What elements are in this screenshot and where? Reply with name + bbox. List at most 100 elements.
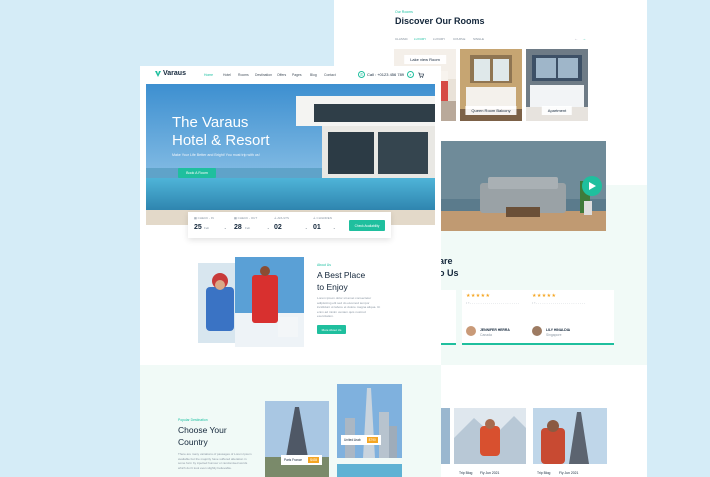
- gallery-photo-eiffel[interactable]: [533, 408, 607, 464]
- destination-text: There are many variations of passages of…: [178, 452, 252, 470]
- room-card-label: Lake view Room: [404, 55, 446, 64]
- booking-bar: ▦ CHECK - IN 25 Feb ⌄ ▦ CHECK - OUT 28 F…: [188, 212, 391, 238]
- call-info[interactable]: ✆ Call : +0123 456 789: [358, 71, 404, 78]
- checkout-label: CHECK - OUT: [237, 216, 258, 220]
- destination-name: United Arab: [344, 438, 361, 442]
- nav-blog[interactable]: Blog: [310, 73, 317, 77]
- book-room-button[interactable]: Book A Room: [178, 168, 216, 178]
- room-card-queen-balcony[interactable]: Queen Room Balcony: [460, 49, 522, 121]
- about-title-line-2: to Enjoy: [317, 282, 348, 292]
- testimonial-title-fragment-2: o Us: [439, 268, 459, 278]
- nav-home[interactable]: Home: [204, 73, 213, 77]
- nav-contact[interactable]: Contact: [324, 73, 336, 77]
- destination-card-next[interactable]: [337, 464, 402, 477]
- hiker-photo: [454, 408, 526, 464]
- checkin-day[interactable]: 25: [194, 224, 202, 231]
- more-about-button[interactable]: More About Us: [317, 325, 346, 334]
- chevron-down-icon[interactable]: ⌄: [305, 226, 308, 230]
- rooms-title: Discover Our Rooms: [395, 16, 485, 26]
- nav-offers[interactable]: Offers: [277, 73, 286, 77]
- search-icon[interactable]: ⌕: [407, 71, 414, 78]
- adults-value[interactable]: 02: [274, 224, 282, 231]
- nav-pages[interactable]: Pages: [292, 73, 302, 77]
- about-title: A Best Place to Enjoy: [317, 269, 365, 293]
- room-card-apartment[interactable]: Apartment: [526, 49, 588, 121]
- testimonial-text: “ ” · · · · · · · · · · · · · · · · · · …: [532, 302, 585, 306]
- hero-title-line-2: Hotel & Resort: [172, 132, 270, 149]
- hero-subtitle: Make Your Life Better and Bright! You mu…: [172, 153, 260, 157]
- hero-title: The Varaus Hotel & Resort: [172, 114, 270, 150]
- nav-rooms[interactable]: Rooms: [238, 73, 249, 77]
- testimonial-name: JENNIFER HERRA: [480, 328, 510, 332]
- avatar: [532, 326, 542, 336]
- room-tab-luxury[interactable]: LUXURY: [414, 37, 426, 41]
- phone-icon: ✆: [358, 71, 365, 78]
- testimonial-name: LILY HINALDIA: [546, 328, 571, 332]
- testimonial-card: ★★★★★ “ ” · · · · · · · · · · · · · · · …: [528, 290, 614, 345]
- destination-title-line-1: Choose Your: [178, 425, 227, 435]
- destination-tag: United Arab $790: [341, 435, 381, 445]
- destination-name: Paris France: [284, 458, 303, 462]
- front-page-preview: Varaus Home Hotel Rooms Destination Offe…: [140, 66, 441, 477]
- gallery-photo-partial[interactable]: [440, 408, 450, 464]
- destination-title-line-2: Country: [178, 437, 208, 447]
- site-logo[interactable]: Varaus: [155, 70, 186, 77]
- destination-title: Choose Your Country: [178, 424, 227, 448]
- play-icon[interactable]: [582, 176, 602, 196]
- rooms-eyebrow: Our Rooms: [395, 10, 413, 14]
- room-card-label: Apartment: [541, 106, 573, 115]
- children-value[interactable]: 01: [313, 224, 321, 231]
- destination-eyebrow: Popular Destination: [178, 418, 208, 422]
- user-icon-label: ♙ ADULTS: [274, 216, 289, 220]
- gallery-caption: Fly Jun 2021: [480, 471, 500, 475]
- checkout-month: Feb: [245, 226, 251, 230]
- checkout-day[interactable]: 28: [234, 224, 242, 231]
- room-tab-luxury-2[interactable]: LUXURY: [433, 37, 445, 41]
- nav-destination[interactable]: Destination: [255, 73, 272, 77]
- testimonial-card-partial: [440, 290, 456, 345]
- adults-label: ADULTS: [277, 216, 289, 220]
- dubai-photo: [337, 384, 402, 458]
- chevron-down-icon[interactable]: ⌄: [224, 226, 227, 230]
- children-label: CHILDREN: [316, 216, 332, 220]
- about-title-line-1: A Best Place: [317, 270, 366, 280]
- about-eyebrow: About Us: [317, 263, 331, 267]
- about-photo-couple: [198, 257, 304, 347]
- logo-mark-icon: [155, 70, 161, 77]
- nav-hotel[interactable]: Hotel: [223, 73, 231, 77]
- price-badge: $790: [366, 437, 378, 443]
- beach-photo: [337, 464, 402, 477]
- chevron-down-icon[interactable]: ⌄: [333, 226, 336, 230]
- testimonial-title-fragment-1: are: [439, 256, 453, 266]
- video-thumbnail[interactable]: [440, 141, 606, 231]
- checkin-month: Feb: [204, 226, 210, 230]
- gallery-photo-hiker[interactable]: [454, 408, 526, 464]
- room-tab-single[interactable]: SINGLE: [473, 37, 484, 41]
- destination-card-paris[interactable]: Paris France $435: [265, 401, 329, 477]
- avatar: [466, 326, 476, 336]
- calendar-icon-label: ▦ CHECK - OUT: [234, 216, 258, 220]
- gallery-caption: Trip Blog: [537, 471, 551, 475]
- gallery-caption: Fly Jun 2021: [559, 471, 579, 475]
- check-availability-button[interactable]: Check Availability: [349, 220, 385, 231]
- prev-arrow-icon[interactable]: ←: [574, 36, 578, 41]
- paris-photo: [265, 401, 329, 477]
- eiffel-photo: [533, 408, 607, 464]
- about-text: Lorem ipsum dolor sit amet consectetur a…: [317, 296, 381, 319]
- room-tab-classic[interactable]: CLASSIC: [395, 37, 408, 41]
- next-arrow-icon[interactable]: →: [582, 36, 586, 41]
- room-tab-couple[interactable]: COUPLE: [453, 37, 465, 41]
- testimonial-location: Canada: [480, 333, 492, 337]
- chevron-down-icon[interactable]: ⌄: [267, 226, 270, 230]
- hero-title-line-1: The Varaus: [172, 114, 249, 131]
- destination-card-uae[interactable]: United Arab $790: [337, 384, 402, 458]
- gallery-caption: Trip Blog: [459, 471, 473, 475]
- price-badge: $435: [308, 457, 320, 463]
- rating-stars: ★★★★★: [466, 293, 491, 299]
- about-images: [198, 257, 306, 347]
- checkin-label: CHECK - IN: [197, 216, 214, 220]
- user-icon-label: ♙ CHILDREN: [313, 216, 332, 220]
- cart-icon[interactable]: [417, 71, 424, 78]
- testimonial-location: Singapore: [546, 333, 562, 337]
- calendar-icon-label: ▦ CHECK - IN: [194, 216, 214, 220]
